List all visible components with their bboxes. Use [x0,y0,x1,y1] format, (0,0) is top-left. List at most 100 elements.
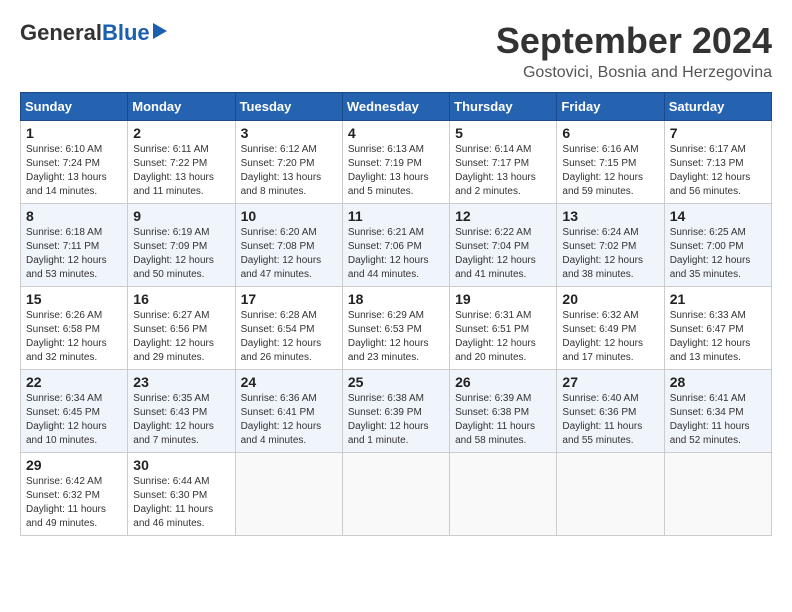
day-number: 22 [26,374,122,390]
calendar-cell: 22 Sunrise: 6:34 AM Sunset: 6:45 PM Dayli… [21,370,128,453]
day-info: Sunrise: 6:11 AM Sunset: 7:22 PM Dayligh… [133,143,229,199]
day-info: Sunrise: 6:42 AM Sunset: 6:32 PM Dayligh… [26,475,122,531]
calendar-cell: 5Sunrise: 6:14 AM Sunset: 7:17 PM Daylig… [450,121,557,204]
day-number: 17 [241,291,337,307]
calendar-week-row-5: 29 Sunrise: 6:42 AM Sunset: 6:32 PM Dayli… [21,453,772,536]
day-info: Sunrise: 6:28 AM Sunset: 6:54 PM Dayligh… [241,309,337,365]
day-info: Sunrise: 6:35 AM Sunset: 6:43 PM Dayligh… [133,392,229,448]
calendar-cell: 24 Sunrise: 6:36 AM Sunset: 6:41 PM Dayli… [235,370,342,453]
day-info: Sunrise: 6:19 AM Sunset: 7:09 PM Dayligh… [133,226,229,282]
day-info: Sunrise: 6:31 AM Sunset: 6:51 PM Dayligh… [455,309,551,365]
day-info: Sunrise: 6:27 AM Sunset: 6:56 PM Dayligh… [133,309,229,365]
calendar-cell: 28 Sunrise: 6:41 AM Sunset: 6:34 PM Dayli… [664,370,771,453]
day-info: Sunrise: 6:12 AM Sunset: 7:20 PM Dayligh… [241,143,337,199]
calendar-header-wednesday: Wednesday [342,93,449,121]
calendar-cell: 27 Sunrise: 6:40 AM Sunset: 6:36 PM Dayli… [557,370,664,453]
calendar-cell: 21Sunrise: 6:33 AM Sunset: 6:47 PM Dayli… [664,287,771,370]
day-number: 29 [26,457,122,473]
day-number: 8 [26,208,122,224]
calendar-header-tuesday: Tuesday [235,93,342,121]
calendar-cell: 3Sunrise: 6:12 AM Sunset: 7:20 PM Daylig… [235,121,342,204]
logo: General Blue [20,20,167,46]
page-header: General Blue September 2024 Gostovici, B… [20,20,772,82]
calendar-cell: 23 Sunrise: 6:35 AM Sunset: 6:43 PM Dayli… [128,370,235,453]
calendar-week-row-4: 22 Sunrise: 6:34 AM Sunset: 6:45 PM Dayli… [21,370,772,453]
day-info: Sunrise: 6:26 AM Sunset: 6:58 PM Dayligh… [26,309,122,365]
day-info: Sunrise: 6:13 AM Sunset: 7:19 PM Dayligh… [348,143,444,199]
calendar-cell: 15 Sunrise: 6:26 AM Sunset: 6:58 PM Dayli… [21,287,128,370]
day-number: 7 [670,125,766,141]
day-number: 16 [133,291,229,307]
day-info: Sunrise: 6:32 AM Sunset: 6:49 PM Dayligh… [562,309,658,365]
calendar-cell [450,453,557,536]
calendar-cell: 4Sunrise: 6:13 AM Sunset: 7:19 PM Daylig… [342,121,449,204]
calendar-header-sunday: Sunday [21,93,128,121]
location-title: Gostovici, Bosnia and Herzegovina [496,64,772,82]
calendar-header-saturday: Saturday [664,93,771,121]
day-number: 9 [133,208,229,224]
calendar-cell: 16 Sunrise: 6:27 AM Sunset: 6:56 PM Dayli… [128,287,235,370]
calendar-cell [235,453,342,536]
calendar-week-row-2: 8 Sunrise: 6:18 AM Sunset: 7:11 PM Daylig… [21,204,772,287]
day-info: Sunrise: 6:25 AM Sunset: 7:00 PM Dayligh… [670,226,766,282]
day-info: Sunrise: 6:44 AM Sunset: 6:30 PM Dayligh… [133,475,229,531]
day-number: 26 [455,374,551,390]
calendar-table: SundayMondayTuesdayWednesdayThursdayFrid… [20,92,772,536]
calendar-cell: 14 Sunrise: 6:25 AM Sunset: 7:00 PM Dayli… [664,204,771,287]
day-info: Sunrise: 6:16 AM Sunset: 7:15 PM Dayligh… [562,143,658,199]
calendar-cell: 7 Sunrise: 6:17 AM Sunset: 7:13 PM Daylig… [664,121,771,204]
day-number: 12 [455,208,551,224]
day-number: 28 [670,374,766,390]
logo-general: General [20,20,102,46]
calendar-cell: 25Sunrise: 6:38 AM Sunset: 6:39 PM Dayli… [342,370,449,453]
day-number: 19 [455,291,551,307]
calendar-cell [557,453,664,536]
calendar-cell: 2 Sunrise: 6:11 AM Sunset: 7:22 PM Daylig… [128,121,235,204]
day-info: Sunrise: 6:22 AM Sunset: 7:04 PM Dayligh… [455,226,551,282]
title-section: September 2024 Gostovici, Bosnia and Her… [496,20,772,82]
day-number: 24 [241,374,337,390]
logo-arrow-icon [153,23,167,39]
day-number: 15 [26,291,122,307]
day-info: Sunrise: 6:24 AM Sunset: 7:02 PM Dayligh… [562,226,658,282]
day-info: Sunrise: 6:40 AM Sunset: 6:36 PM Dayligh… [562,392,658,448]
calendar-cell [664,453,771,536]
day-number: 1 [26,125,122,141]
day-info: Sunrise: 6:33 AM Sunset: 6:47 PM Dayligh… [670,309,766,365]
day-info: Sunrise: 6:39 AM Sunset: 6:38 PM Dayligh… [455,392,551,448]
day-info: Sunrise: 6:20 AM Sunset: 7:08 PM Dayligh… [241,226,337,282]
day-info: Sunrise: 6:34 AM Sunset: 6:45 PM Dayligh… [26,392,122,448]
calendar-cell: 26 Sunrise: 6:39 AM Sunset: 6:38 PM Dayli… [450,370,557,453]
calendar-cell: 19 Sunrise: 6:31 AM Sunset: 6:51 PM Dayli… [450,287,557,370]
day-info: Sunrise: 6:41 AM Sunset: 6:34 PM Dayligh… [670,392,766,448]
calendar-header-row: SundayMondayTuesdayWednesdayThursdayFrid… [21,93,772,121]
calendar-cell: 9 Sunrise: 6:19 AM Sunset: 7:09 PM Daylig… [128,204,235,287]
day-number: 10 [241,208,337,224]
day-number: 20 [562,291,658,307]
calendar-cell: 29 Sunrise: 6:42 AM Sunset: 6:32 PM Dayli… [21,453,128,536]
calendar-cell: 30 Sunrise: 6:44 AM Sunset: 6:30 PM Dayli… [128,453,235,536]
day-number: 23 [133,374,229,390]
day-number: 13 [562,208,658,224]
day-number: 14 [670,208,766,224]
day-number: 30 [133,457,229,473]
day-info: Sunrise: 6:29 AM Sunset: 6:53 PM Dayligh… [348,309,444,365]
day-info: Sunrise: 6:17 AM Sunset: 7:13 PM Dayligh… [670,143,766,199]
calendar-week-row-1: 1Sunrise: 6:10 AM Sunset: 7:24 PM Daylig… [21,121,772,204]
calendar-header-friday: Friday [557,93,664,121]
day-info: Sunrise: 6:36 AM Sunset: 6:41 PM Dayligh… [241,392,337,448]
calendar-cell: 6Sunrise: 6:16 AM Sunset: 7:15 PM Daylig… [557,121,664,204]
calendar-cell: 10 Sunrise: 6:20 AM Sunset: 7:08 PM Dayli… [235,204,342,287]
calendar-cell: 1Sunrise: 6:10 AM Sunset: 7:24 PM Daylig… [21,121,128,204]
calendar-cell: 20 Sunrise: 6:32 AM Sunset: 6:49 PM Dayli… [557,287,664,370]
calendar-week-row-3: 15 Sunrise: 6:26 AM Sunset: 6:58 PM Dayli… [21,287,772,370]
day-info: Sunrise: 6:14 AM Sunset: 7:17 PM Dayligh… [455,143,551,199]
day-number: 18 [348,291,444,307]
calendar-cell: 11Sunrise: 6:21 AM Sunset: 7:06 PM Dayli… [342,204,449,287]
day-info: Sunrise: 6:18 AM Sunset: 7:11 PM Dayligh… [26,226,122,282]
calendar-cell: 18 Sunrise: 6:29 AM Sunset: 6:53 PM Dayli… [342,287,449,370]
day-number: 2 [133,125,229,141]
logo-blue: Blue [102,20,150,46]
day-number: 27 [562,374,658,390]
calendar-header-thursday: Thursday [450,93,557,121]
